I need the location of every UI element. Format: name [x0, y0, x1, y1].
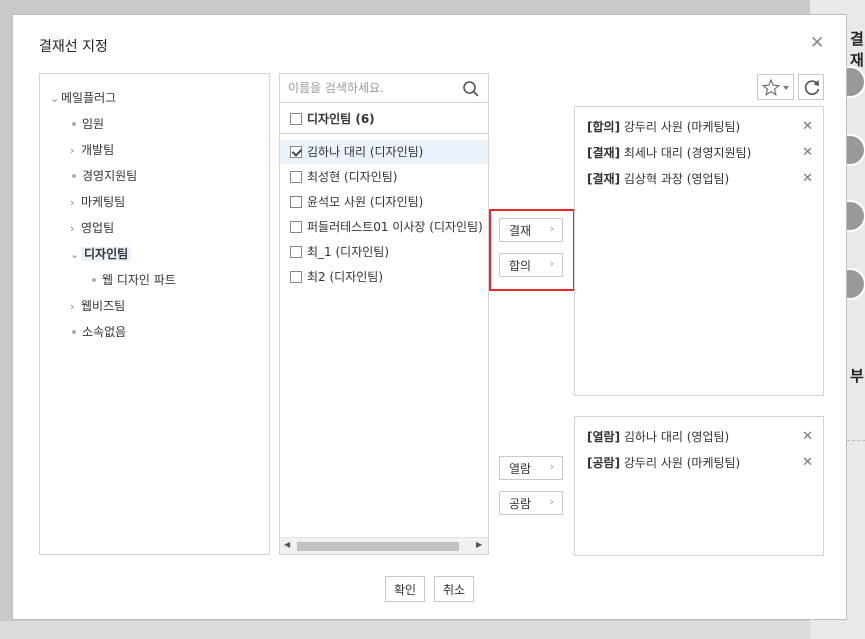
member-checkbox[interactable]	[290, 195, 302, 208]
tree-item-unassigned[interactable]: 소속없음	[70, 322, 126, 342]
member-row[interactable]: 최성현 (디자인팀)	[280, 165, 488, 189]
member-row[interactable]: 퍼들러테스트01 이사장 (디자인팀)	[280, 215, 488, 239]
list-item[interactable]: [열람] 김하나 대리 (영업팀) ✕	[587, 427, 813, 447]
bullet-icon	[72, 329, 76, 334]
member-checkbox[interactable]	[290, 170, 302, 183]
chevron-right-icon: ›	[549, 495, 554, 508]
chevron-right-icon: ›	[70, 300, 75, 313]
chevron-down-icon: ⌄	[50, 92, 60, 105]
refresh-icon	[804, 80, 820, 95]
close-icon[interactable]: ✕	[810, 33, 824, 53]
scrollbar-thumb[interactable]	[297, 542, 459, 551]
search-input[interactable]	[288, 79, 448, 97]
tree-item-webbiz[interactable]: › 웹비즈팀	[70, 296, 125, 316]
approval-line-list: [합의] 강두리 사원 (마케팅팀) ✕ [결재] 최세나 대리 (경영지원팀) ✕…	[574, 106, 824, 396]
tree-item-dev[interactable]: › 개발팀	[70, 140, 114, 160]
search-icon[interactable]	[462, 80, 480, 98]
list-item[interactable]: [공람] 강두리 사원 (마케팅팀) ✕	[587, 453, 813, 473]
horizontal-scrollbar[interactable]: ◀ ▶	[280, 537, 488, 554]
add-public-view-button[interactable]: 공람 ›	[499, 491, 563, 515]
member-label: 최_1 (디자인팀)	[307, 245, 390, 259]
list-item[interactable]: [합의] 강두리 사원 (마케팅팀) ✕	[587, 117, 813, 137]
member-label: 김하나 대리 (디자인팀)	[307, 145, 424, 159]
tree-item-marketing[interactable]: › 마케팅팀	[70, 192, 125, 212]
org-tree: ⌄ 메일플러그 임원 › 개발팀 경영지원팀 › 마케팅팀 › 영업팀 ⌄ 디자인팀 웹 …	[39, 73, 270, 555]
line-name: 김하나 대리 (영업팀)	[623, 430, 730, 444]
line-name: 김상혁 과장 (영업팀)	[623, 172, 730, 186]
background-panel-title: 결재	[850, 30, 864, 69]
line-tag: [열람]	[587, 430, 621, 444]
star-icon	[761, 78, 789, 96]
remove-icon[interactable]: ✕	[802, 117, 813, 137]
member-row[interactable]: 최2 (디자인팀)	[280, 265, 488, 289]
chevron-right-icon: ›	[70, 196, 75, 209]
list-item[interactable]: [결재] 최세나 대리 (경영지원팀) ✕	[587, 143, 813, 163]
member-search	[280, 74, 488, 103]
member-checkbox[interactable]	[290, 270, 302, 283]
select-all-checkbox[interactable]	[290, 112, 302, 125]
bullet-icon	[92, 277, 96, 282]
button-label: 공람	[509, 496, 532, 511]
tree-item-management[interactable]: 경영지원팀	[70, 166, 137, 186]
tree-item-mailplug[interactable]: ⌄ 메일플러그	[50, 88, 116, 108]
member-checkbox[interactable]	[290, 145, 302, 158]
chevron-right-icon: ›	[549, 460, 554, 473]
scroll-right-icon[interactable]: ▶	[476, 540, 482, 549]
member-row[interactable]: 김하나 대리 (디자인팀)	[280, 140, 488, 164]
member-label: 최2 (디자인팀)	[307, 270, 384, 284]
background-footer	[0, 621, 810, 639]
group-label: 디자인팀 (6)	[307, 112, 375, 126]
add-approve-button[interactable]: 결재 ›	[499, 218, 563, 242]
tree-item-executives[interactable]: 임원	[70, 114, 104, 134]
chevron-down-icon: ⌄	[70, 248, 80, 261]
member-checkbox[interactable]	[290, 245, 302, 258]
tree-item-web-design-part[interactable]: 웹 디자인 파트	[90, 270, 176, 290]
favorite-button[interactable]	[757, 74, 794, 100]
member-list: 디자인팀 (6) 김하나 대리 (디자인팀) 최성현 (디자인팀) 윤석모 사원…	[279, 73, 489, 555]
line-name: 최세나 대리 (경영지원팀)	[623, 146, 752, 160]
button-label: 결재	[509, 223, 532, 238]
bullet-icon	[72, 173, 76, 178]
select-all-row[interactable]: 디자인팀 (6)	[280, 104, 488, 134]
button-label: 열람	[509, 461, 532, 476]
remove-icon[interactable]: ✕	[802, 143, 813, 163]
line-name: 강두리 사원 (마케팅팀)	[623, 456, 741, 470]
chevron-right-icon: ›	[70, 144, 75, 157]
line-tag: [공람]	[587, 456, 621, 470]
chevron-right-icon: ›	[70, 222, 75, 235]
tree-item-sales[interactable]: › 영업팀	[70, 218, 114, 238]
line-tag: [결재]	[587, 172, 621, 186]
dialog-title: 결재선 지정	[39, 39, 108, 55]
tree-item-design[interactable]: ⌄ 디자인팀	[70, 244, 132, 264]
add-agree-button[interactable]: 합의 ›	[499, 253, 563, 277]
line-name: 강두리 사원 (마케팅팀)	[623, 120, 741, 134]
button-label: 합의	[509, 258, 532, 273]
bullet-icon	[72, 121, 76, 126]
member-row[interactable]: 윤석모 사원 (디자인팀)	[280, 190, 488, 214]
list-item[interactable]: [결재] 김상혁 과장 (영업팀) ✕	[587, 169, 813, 189]
line-tag: [결재]	[587, 146, 621, 160]
add-view-button[interactable]: 열람 ›	[499, 456, 563, 480]
chevron-right-icon: ›	[549, 222, 554, 235]
refresh-button[interactable]	[798, 74, 824, 100]
member-label: 퍼들러테스트01 이사장 (디자인팀)	[307, 220, 483, 234]
approval-line-dialog: 결재선 지정 ✕ ⌄ 메일플러그 임원 › 개발팀 경영지원팀 › 마케팅팀 › 영업팀…	[12, 14, 847, 620]
member-row[interactable]: 최_1 (디자인팀)	[280, 240, 488, 264]
cancel-button[interactable]: 취소	[434, 576, 475, 602]
background-panel-title-2: 부	[850, 367, 864, 385]
member-checkbox[interactable]	[290, 220, 302, 233]
line-tag: [합의]	[587, 120, 621, 134]
remove-icon[interactable]: ✕	[802, 169, 813, 189]
confirm-button[interactable]: 확인	[385, 576, 426, 602]
member-label: 최성현 (디자인팀)	[307, 170, 398, 184]
remove-icon[interactable]: ✕	[802, 453, 813, 473]
remove-icon[interactable]: ✕	[802, 427, 813, 447]
chevron-right-icon: ›	[549, 257, 554, 270]
viewers-list: [열람] 김하나 대리 (영업팀) ✕ [공람] 강두리 사원 (마케팅팀) ✕	[574, 416, 824, 556]
member-label: 윤석모 사원 (디자인팀)	[307, 195, 424, 209]
scroll-left-icon[interactable]: ◀	[284, 540, 290, 549]
